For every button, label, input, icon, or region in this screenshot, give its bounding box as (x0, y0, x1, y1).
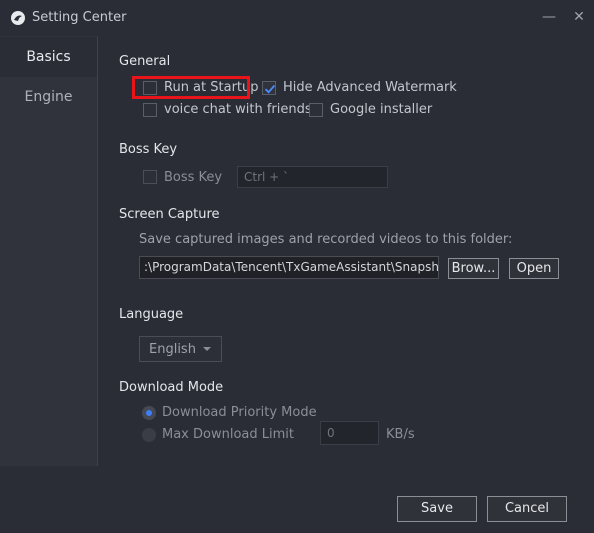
screen-capture-description: Save captured images and recorded videos… (139, 232, 513, 247)
max-download-limit-radio[interactable] (142, 428, 156, 442)
browse-button[interactable]: Brow... (448, 258, 499, 279)
language-select[interactable]: English (139, 336, 222, 362)
close-button[interactable]: ✕ (570, 8, 588, 26)
minimize-button[interactable]: — (540, 8, 558, 26)
voice-chat-label: voice chat with friends (164, 102, 312, 117)
run-at-startup-checkbox[interactable] (143, 81, 157, 95)
screen-capture-section-title: Screen Capture (119, 207, 220, 222)
language-section-title: Language (119, 307, 184, 322)
download-limit-unit: KB/s (386, 427, 415, 442)
download-priority-radio[interactable] (142, 406, 156, 420)
chevron-down-icon (203, 347, 211, 351)
download-priority-label: Download Priority Mode (162, 405, 317, 420)
title-bar: Setting Center — ✕ (0, 0, 594, 36)
cancel-button[interactable]: Cancel (487, 496, 567, 522)
boss-key-checkbox[interactable] (143, 170, 157, 184)
voice-chat-checkbox[interactable] (143, 103, 157, 117)
save-button[interactable]: Save (397, 496, 477, 522)
boss-key-shortcut-input[interactable]: Ctrl + ` (237, 166, 388, 188)
max-download-limit-label: Max Download Limit (162, 427, 294, 442)
general-section-title: General (119, 54, 171, 69)
open-folder-button[interactable]: Open (509, 258, 559, 279)
checkmark-icon (264, 84, 276, 94)
google-installer-label: Google installer (330, 102, 433, 117)
hide-watermark-checkbox[interactable] (262, 81, 276, 95)
boss-key-label: Boss Key (164, 170, 223, 185)
snapshot-path-input[interactable]: :\ProgramData\Tencent\TxGameAssistant\Sn… (139, 256, 439, 279)
sidebar-item-engine[interactable]: Engine (0, 77, 97, 117)
hide-watermark-label: Hide Advanced Watermark (283, 80, 457, 95)
google-installer-checkbox[interactable] (309, 103, 323, 117)
language-select-value: English (149, 342, 196, 357)
sidebar-item-basics[interactable]: Basics (0, 37, 97, 77)
download-mode-section-title: Download Mode (119, 380, 224, 395)
window-title: Setting Center (32, 10, 127, 25)
download-limit-input[interactable]: 0 (320, 421, 379, 445)
run-at-startup-label: Run at Startup (164, 80, 259, 95)
app-logo-icon (11, 11, 25, 25)
sidebar: Basics Engine (0, 36, 98, 466)
boss-key-section-title: Boss Key (119, 142, 178, 157)
